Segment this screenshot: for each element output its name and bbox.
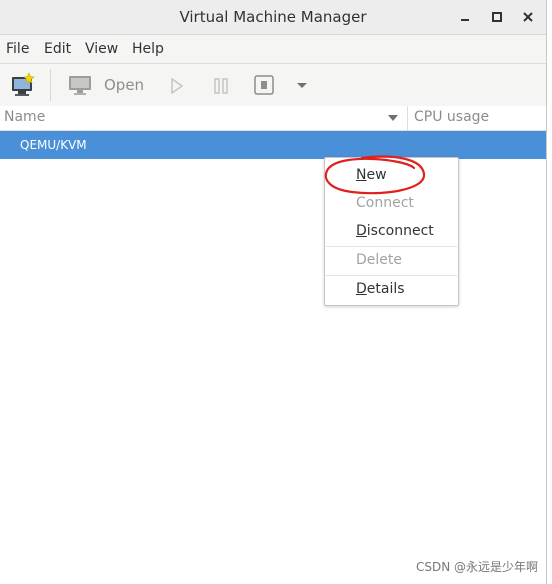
menu-item-details[interactable]: Details bbox=[356, 281, 405, 297]
play-icon[interactable] bbox=[170, 78, 184, 94]
close-icon[interactable] bbox=[519, 8, 537, 26]
window-edge bbox=[546, 0, 552, 584]
menu-edit[interactable]: Edit bbox=[44, 41, 71, 57]
menu-item-connect: Connect bbox=[356, 195, 414, 211]
column-header: Name CPU usage bbox=[0, 106, 546, 131]
context-menu: New Connect Disconnect Delete Details bbox=[324, 157, 459, 306]
menu-separator bbox=[326, 275, 457, 276]
toolbar: Open bbox=[0, 64, 546, 107]
toolbar-separator bbox=[50, 69, 51, 101]
cpu-usage-column-header[interactable]: CPU usage bbox=[414, 109, 489, 125]
menu-item-disconnect[interactable]: Disconnect bbox=[356, 223, 434, 239]
connection-row[interactable]: QEMU/KVM bbox=[0, 131, 546, 159]
watermark: CSDN @永远是少年啊 bbox=[416, 560, 539, 574]
minimize-icon[interactable] bbox=[456, 8, 474, 26]
new-vm-icon[interactable] bbox=[10, 72, 36, 98]
menu-item-delete: Delete bbox=[356, 252, 402, 268]
menu-help[interactable]: Help bbox=[132, 41, 164, 57]
shutdown-icon[interactable] bbox=[254, 75, 274, 95]
menu-view[interactable]: View bbox=[85, 41, 118, 57]
menu-separator bbox=[326, 246, 457, 247]
menu-file[interactable]: File bbox=[6, 41, 29, 57]
connection-label: QEMU/KVM bbox=[20, 138, 87, 152]
name-column-header[interactable]: Name bbox=[4, 109, 45, 125]
open-button[interactable]: Open bbox=[104, 76, 144, 94]
column-divider[interactable] bbox=[407, 106, 408, 130]
menu-bar: File Edit View Help bbox=[0, 35, 546, 64]
pause-icon[interactable] bbox=[213, 78, 229, 94]
title-bar: Virtual Machine Manager bbox=[0, 0, 546, 35]
monitor-icon bbox=[69, 76, 91, 95]
maximize-icon[interactable] bbox=[488, 8, 506, 26]
menu-item-new[interactable]: New bbox=[356, 167, 387, 183]
chevron-down-icon[interactable] bbox=[296, 82, 308, 90]
sort-down-icon[interactable] bbox=[388, 115, 398, 122]
